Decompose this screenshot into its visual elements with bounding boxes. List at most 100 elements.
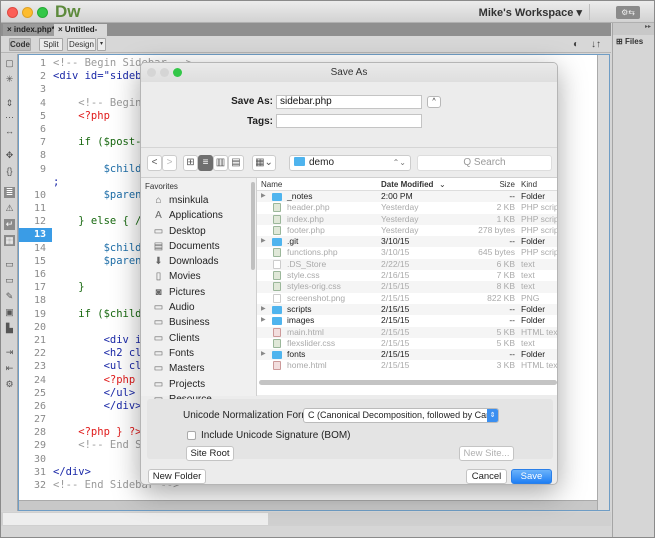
file-row[interactable]: styles-orig.css 2/15/15 8 KB text (257, 281, 557, 293)
vertical-scrollbar[interactable] (597, 55, 609, 510)
files-panel-tab[interactable]: ⊞ Files (616, 37, 643, 46)
remove-comment-icon[interactable]: ▭ (4, 275, 15, 286)
sidebar-scrollbar[interactable] (251, 182, 255, 270)
line-numbers-icon[interactable]: ≣ (4, 187, 15, 198)
site-root-button[interactable]: Site Root (186, 446, 234, 461)
disclosure-triangle-icon[interactable]: ▶ (261, 304, 266, 315)
file-row[interactable]: screenshot.png 2/15/15 822 KB PNG (257, 293, 557, 304)
save-button[interactable]: Save (511, 469, 552, 484)
coverflow-view-button[interactable]: ▤ (228, 155, 244, 171)
disclosure-triangle-icon[interactable]: ▶ (261, 349, 266, 360)
recent-snippets-icon[interactable]: ▣ (4, 307, 15, 318)
horizontal-scrollbar[interactable] (19, 500, 597, 510)
split-view-button[interactable]: Split (39, 38, 63, 51)
sort-icon[interactable]: ↓↑ (591, 39, 601, 50)
design-view-button[interactable]: Design (67, 38, 96, 51)
unicode-normalization-select[interactable]: C (Canonical Decomposition, followed by … (303, 408, 499, 423)
column-kind[interactable]: Kind (521, 180, 537, 189)
sidebar-item-pictures[interactable]: ◙ Pictures (141, 285, 256, 300)
sync-settings-icon[interactable]: ⚙⇆ (616, 6, 640, 19)
file-row[interactable]: ▶ _notes 2:00 PM -- Folder (257, 191, 557, 203)
bom-checkbox[interactable] (187, 431, 196, 440)
dialog-close-button[interactable] (147, 68, 156, 77)
file-row[interactable]: home.html 2/15/15 3 KB HTML text (257, 360, 557, 371)
tab-untitled-1[interactable]: × Untitled-1* (54, 24, 107, 46)
syntax-coloring-icon[interactable]: ▦ (4, 235, 15, 246)
view-dropdown-button[interactable]: ▾ (97, 38, 106, 51)
sidebar-item-msinkula[interactable]: ⌂ msinkula (141, 193, 256, 208)
column-size[interactable]: Size (465, 180, 515, 189)
sidebar-item-movies[interactable]: ▯ Movies (141, 269, 256, 284)
arrange-button[interactable]: ▦⌄ (252, 155, 276, 171)
expand-all-icon[interactable]: ↔ (4, 126, 15, 137)
file-row[interactable]: style.css 2/16/15 7 KB text (257, 270, 557, 281)
sidebar-item-masters[interactable]: ▭ Masters (141, 361, 256, 376)
indent-code-icon[interactable]: ⇥ (4, 347, 15, 358)
sidebar-item-business[interactable]: ▭ Business (141, 315, 256, 330)
file-row[interactable]: footer.php Yesterday 278 bytes PHP script (257, 225, 557, 236)
select-parent-tag-icon[interactable]: ✥ (4, 150, 15, 161)
back-button[interactable]: < (147, 155, 162, 171)
sidebar-item-downloads[interactable]: ⬇ Downloads (141, 254, 256, 269)
zoom-window-button[interactable] (37, 7, 48, 18)
workspace-switcher[interactable]: Mike's Workspace ▾ (479, 6, 582, 19)
close-window-button[interactable] (7, 7, 18, 18)
file-row[interactable]: header.php Yesterday 2 KB PHP script (257, 202, 557, 213)
sidebar-item-documents[interactable]: ▤ Documents (141, 239, 256, 254)
format-source-icon[interactable]: ⚙ (4, 379, 15, 390)
sidebar-item-applications[interactable]: A Applications (141, 208, 256, 223)
new-site-button[interactable]: New Site... (459, 446, 514, 461)
tab-index-php[interactable]: × index.php* (3, 24, 59, 36)
file-row[interactable]: ▶ scripts 2/15/15 -- Folder (257, 303, 557, 316)
location-popup[interactable]: demo ⌃⌄ (289, 155, 411, 171)
disclosure-triangle-icon[interactable]: ▶ (261, 236, 266, 247)
forward-button[interactable]: > (162, 155, 177, 171)
dialog-zoom-button[interactable] (173, 68, 182, 77)
globe-icon[interactable]: ◐ (573, 39, 579, 50)
word-wrap-icon[interactable]: ↵ (4, 219, 15, 230)
collapse-dialog-button[interactable]: ^ (427, 96, 441, 108)
show-code-navigator-icon[interactable]: ✳ (4, 74, 15, 85)
cancel-button[interactable]: Cancel (466, 469, 507, 484)
wrap-tag-icon[interactable]: ✎ (4, 291, 15, 302)
file-row[interactable]: ▶ .git 3/10/15 -- Folder (257, 236, 557, 248)
new-folder-button[interactable]: New Folder (148, 469, 206, 484)
sidebar-item-fonts[interactable]: ▭ Fonts (141, 346, 256, 361)
collapse-full-tag-icon[interactable]: ⇕ (4, 98, 15, 109)
save-as-input[interactable]: sidebar.php (276, 95, 422, 109)
collapse-selection-icon[interactable]: ⋯ (4, 112, 15, 123)
sidebar-item-clients[interactable]: ▭ Clients (141, 331, 256, 346)
file-row[interactable]: functions.php 3/10/15 645 bytes PHP script (257, 247, 557, 258)
minimize-window-button[interactable] (22, 7, 33, 18)
open-documents-icon[interactable]: ▢ (4, 58, 15, 69)
tags-input[interactable] (276, 114, 422, 128)
dialog-minimize-button[interactable] (160, 68, 169, 77)
file-row[interactable]: ▶ fonts 2/15/15 -- Folder (257, 349, 557, 361)
file-row[interactable]: main.html 2/15/15 5 KB HTML text (257, 326, 557, 338)
outdent-code-icon[interactable]: ⇤ (4, 363, 15, 374)
column-name[interactable]: Name (261, 180, 282, 189)
highlight-invalid-code-icon[interactable]: ⚠ (4, 203, 15, 214)
sidebar-item-desktop[interactable]: ▭ Desktop (141, 224, 256, 239)
sidebar-item-label: Movies (169, 271, 201, 283)
column-view-button[interactable]: ▥ (213, 155, 228, 171)
file-list-scrollbar[interactable] (259, 380, 557, 385)
file-row[interactable]: flexslider.css 2/15/15 5 KB text (257, 338, 557, 349)
sidebar-item-audio[interactable]: ▭ Audio (141, 300, 256, 315)
code-token: $child (53, 162, 142, 175)
collapse-panel-icon[interactable]: ▸▸ (613, 23, 654, 35)
disclosure-triangle-icon[interactable]: ▶ (261, 191, 266, 202)
search-input[interactable]: Q Search (417, 155, 552, 171)
file-row[interactable]: ▶ images 2/15/15 -- Folder (257, 315, 557, 326)
apply-comment-icon[interactable]: ▭ (4, 259, 15, 270)
icon-view-button[interactable]: ⊞ (183, 155, 198, 171)
disclosure-triangle-icon[interactable]: ▶ (261, 315, 266, 326)
list-view-button[interactable]: ≡ (198, 155, 213, 171)
file-row[interactable]: index.php Yesterday 1 KB PHP script (257, 213, 557, 225)
sidebar-item-projects[interactable]: ▭ Projects (141, 377, 256, 392)
balance-braces-icon[interactable]: {} (4, 166, 15, 177)
column-date-modified[interactable]: Date Modified (381, 180, 433, 189)
code-view-button[interactable]: Code (9, 38, 31, 51)
move-css-icon[interactable]: ▙ (4, 323, 15, 334)
file-row[interactable]: .DS_Store 2/22/15 6 KB text (257, 258, 557, 271)
